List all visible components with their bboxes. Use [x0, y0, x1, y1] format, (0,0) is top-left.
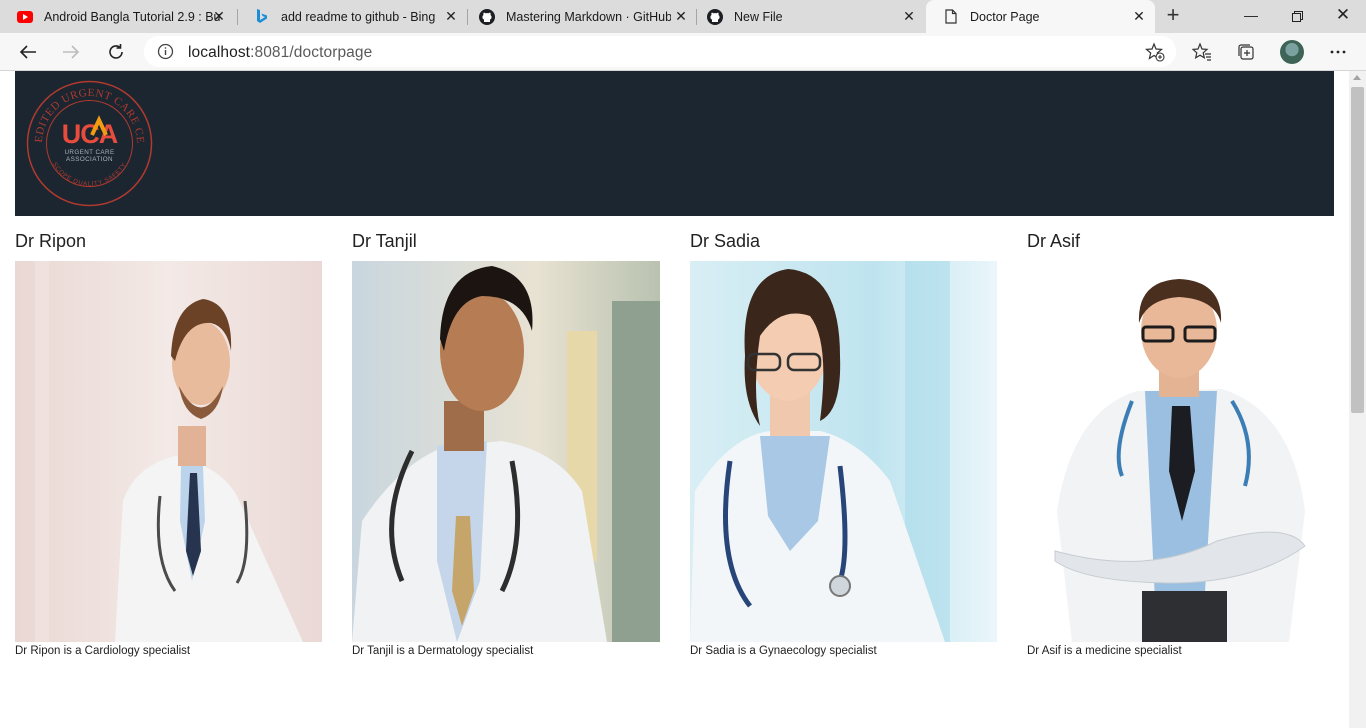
doctor-name: Dr Sadia — [690, 231, 761, 251]
page-scrollbar[interactable] — [1349, 71, 1366, 728]
refresh-icon — [109, 44, 123, 59]
url-host: localhost — [188, 44, 251, 61]
back-arrow-icon — [19, 45, 36, 59]
close-icon[interactable]: ✕ — [901, 8, 917, 24]
bing-icon — [254, 8, 270, 25]
add-favorite-icon[interactable] — [1145, 42, 1165, 62]
tab-youtube[interactable]: Android Bangla Tutorial 2.9 : Bu ✕ — [0, 0, 235, 33]
close-window-button[interactable]: ✕ — [1320, 0, 1366, 30]
page-icon — [943, 9, 959, 25]
page-header: ACCREDITED URGENT CARE CENTER SCOPE QUAL… — [15, 71, 1334, 216]
close-icon[interactable]: ✕ — [211, 8, 227, 24]
favorites-icon[interactable] — [1192, 42, 1212, 62]
profile-avatar[interactable] — [1280, 40, 1304, 64]
close-icon[interactable]: ✕ — [673, 8, 689, 24]
tab-title: New File — [734, 9, 783, 24]
github-icon — [479, 8, 495, 25]
doctor-caption: Dr Tanjil is a Dermatology specialist — [352, 645, 534, 657]
restore-button[interactable] — [1274, 0, 1320, 30]
scroll-thumb[interactable] — [1351, 87, 1364, 413]
doctor-caption: Dr Sadia is a Gynaecology specialist — [690, 645, 877, 657]
new-tab-button[interactable]: + — [1161, 4, 1185, 28]
doctor-photo — [1027, 261, 1334, 642]
doctor-name: Dr Asif — [1027, 231, 1081, 251]
svg-text:SCOPE QUALITY SAFETY: SCOPE QUALITY SAFETY — [51, 162, 128, 188]
logo-line1: URGENT CARE — [64, 149, 114, 156]
tab-strip: Android Bangla Tutorial 2.9 : Bu ✕ add r… — [0, 0, 1366, 33]
github-icon — [707, 8, 723, 25]
logo-ring-bottom: SCOPE QUALITY SAFETY — [51, 162, 127, 188]
close-icon[interactable]: ✕ — [1131, 8, 1147, 24]
tab-title: Doctor Page — [970, 9, 1040, 24]
forward-button[interactable] — [59, 40, 83, 64]
address-bar[interactable]: localhost:8081/doctorpage — [144, 36, 1176, 67]
logo-line2: ASSOCIATION — [66, 156, 113, 163]
tab-new-file[interactable]: New File ✕ — [690, 0, 925, 33]
tab-title: add readme to github - Bing — [281, 9, 436, 24]
tab-title: Mastering Markdown · GitHub — [506, 9, 671, 24]
minimize-button[interactable]: — — [1228, 0, 1274, 30]
doctor-name: Dr Tanjil — [352, 231, 417, 251]
doctor-photo — [690, 261, 997, 642]
tab-bing[interactable]: add readme to github - Bing ✕ — [237, 0, 467, 33]
refresh-button[interactable] — [104, 40, 128, 64]
url-path: :8081/doctorpage — [250, 44, 373, 61]
back-button[interactable] — [16, 40, 40, 64]
tab-title: Android Bangla Tutorial 2.9 : Bu — [44, 9, 221, 24]
doctor-photo — [352, 261, 660, 642]
youtube-icon — [17, 9, 33, 25]
doctor-name: Dr Ripon — [15, 231, 87, 251]
uca-logo[interactable]: ACCREDITED URGENT CARE CENTER SCOPE QUAL… — [26, 80, 153, 207]
forward-arrow-icon — [63, 45, 80, 59]
logo-letters: UCA — [62, 119, 118, 149]
url-text: localhost:8081/doctorpage — [188, 44, 372, 62]
collections-icon[interactable] — [1236, 42, 1256, 62]
info-icon — [157, 43, 174, 60]
close-icon[interactable]: ✕ — [443, 8, 459, 24]
tab-doctor-page[interactable]: Doctor Page ✕ — [926, 0, 1155, 33]
scroll-up-arrow-icon[interactable] — [1353, 75, 1361, 80]
doctor-caption: Dr Asif is a medicine specialist — [1027, 645, 1182, 657]
more-options-icon[interactable] — [1328, 42, 1348, 62]
tab-markdown[interactable]: Mastering Markdown · GitHub ✕ — [462, 0, 697, 33]
doctor-photo — [15, 261, 322, 642]
doctor-caption: Dr Ripon is a Cardiology specialist — [15, 645, 191, 657]
browser-toolbar: localhost:8081/doctorpage — [0, 33, 1366, 71]
